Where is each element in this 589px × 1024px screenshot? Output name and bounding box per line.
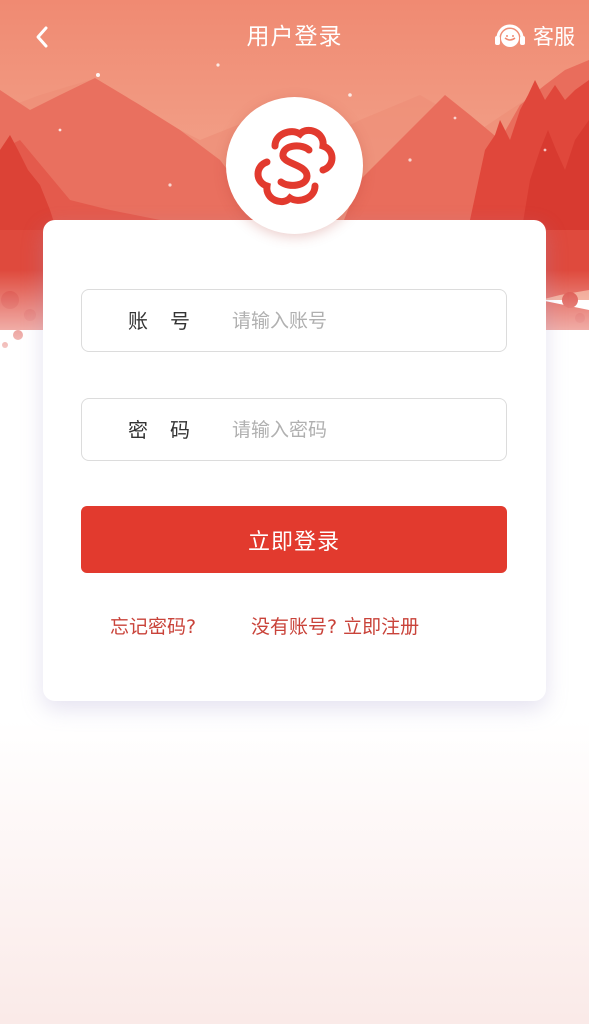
customer-service-button[interactable]: 客服 xyxy=(493,20,575,54)
top-nav-bar: 用户登录 客服 xyxy=(0,0,589,76)
customer-service-label: 客服 xyxy=(533,25,575,49)
bottom-glow xyxy=(0,720,589,1024)
double-s-cloud-logo xyxy=(254,126,335,205)
forgot-password-link[interactable]: 忘记密码? xyxy=(110,612,196,639)
account-label: 账号 xyxy=(128,309,212,333)
login-button[interactable]: 立即登录 xyxy=(81,506,507,573)
password-field[interactable]: 密码 xyxy=(81,398,507,461)
password-label: 密码 xyxy=(128,418,212,442)
register-link[interactable]: 没有账号? 立即注册 xyxy=(251,612,419,639)
app-logo xyxy=(226,97,363,234)
login-card: 账号 密码 立即登录 忘记密码? 没有账号? 立即注册 xyxy=(43,220,546,701)
password-input[interactable] xyxy=(232,409,492,451)
account-field[interactable]: 账号 xyxy=(81,289,507,352)
headset-service-icon xyxy=(495,24,525,47)
account-input[interactable] xyxy=(232,300,492,342)
